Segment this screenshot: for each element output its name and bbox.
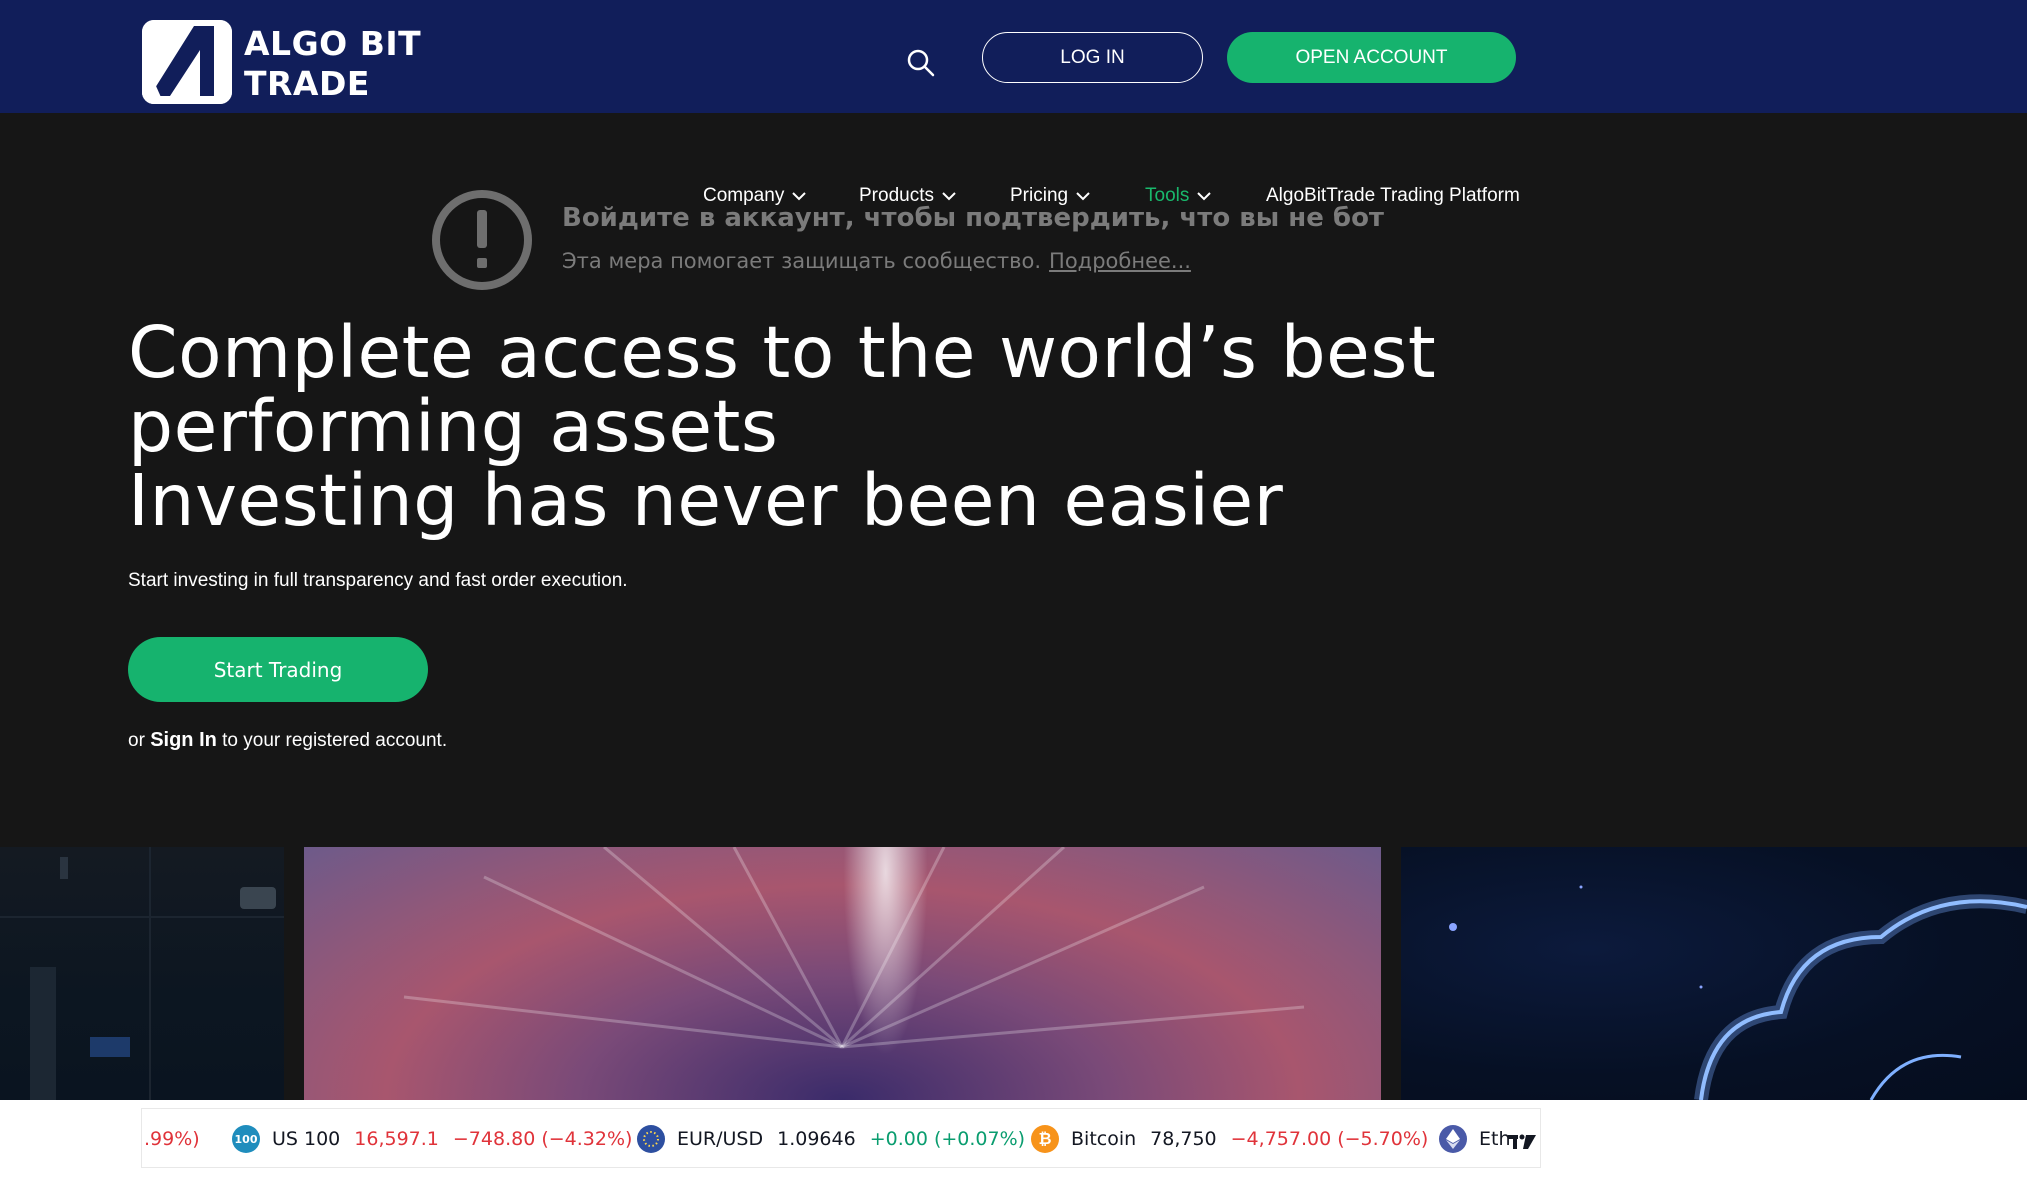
logo-line-1: ALGO BIT — [244, 24, 422, 63]
ticker-price: 78,750 — [1150, 1128, 1217, 1150]
nav-item-products[interactable]: Products — [859, 184, 956, 208]
start-trading-button[interactable]: Start Trading — [128, 637, 428, 702]
ticker-price: 1.09646 — [777, 1128, 856, 1150]
hero-title-line-3: Investing has never been easier — [128, 459, 1284, 542]
signin-prefix: or — [128, 730, 145, 751]
nav-item-company[interactable]: Company — [703, 184, 807, 208]
signin-prompt: or Sign In to your registered account. — [128, 727, 447, 754]
hyperspace-image — [304, 847, 1381, 1100]
bot-check-title: Войдите в аккаунт, чтобы подтвердить, чт… — [562, 203, 1384, 233]
nav-item-label: Tools — [1145, 185, 1190, 206]
ticker-symbol: EUR/USD — [677, 1128, 764, 1150]
signin-link[interactable]: Sign In — [150, 729, 217, 751]
chevron-down-icon — [1197, 192, 1212, 201]
nav-item-label: Company — [703, 185, 785, 206]
ticker-change: −748.80 (−4.32%) — [452, 1128, 633, 1150]
ticker-change: +0.00 (+0.07%) — [869, 1128, 1026, 1150]
signin-suffix: to your registered account. — [222, 730, 448, 751]
hero-subtitle: Start investing in full transparency and… — [128, 570, 628, 591]
nav-item-label: Pricing — [1010, 185, 1069, 206]
us100-icon: 100 — [232, 1125, 260, 1153]
chevron-down-icon — [942, 192, 956, 201]
exclamation-circle-icon — [432, 190, 532, 290]
ticker-symbol: US 100 — [272, 1128, 341, 1150]
chevron-down-icon — [792, 192, 807, 201]
bot-check-text: Эта мера помогает защищать сообщество. По… — [562, 246, 1191, 276]
nav-item-label: AlgoBitTrade Trading Platform — [1266, 185, 1520, 206]
ticker-item-eurusd[interactable]: EUR/USD 1.09646 +0.00 (+0.07%) — [637, 1109, 1026, 1167]
ticker-price: 16,597.1 — [354, 1128, 439, 1150]
nav-item-pricing[interactable]: Pricing — [1010, 184, 1090, 208]
ticker-item-bitcoin[interactable]: ₿ Bitcoin 78,750 −4,757.00 (−5.70%) — [1031, 1109, 1429, 1167]
hero-title-line-2: performing assets — [128, 385, 779, 468]
market-ticker: .99%) 100 US 100 16,597.1 −748.80 (−4.32… — [0, 1100, 2027, 1177]
ethereum-icon — [1439, 1125, 1467, 1153]
ticker-change: .99%) — [144, 1128, 200, 1150]
chevron-down-icon — [1076, 192, 1090, 201]
bot-check-learn-more-link[interactable]: Подробнее... — [1049, 249, 1191, 273]
nav-item-tools[interactable]: Tools — [1145, 184, 1212, 208]
trading-chart-image — [0, 847, 284, 1100]
bitcoin-icon: ₿ — [1031, 1125, 1059, 1153]
ticker-strip[interactable]: .99%) 100 US 100 16,597.1 −748.80 (−4.32… — [141, 1108, 1541, 1168]
ticker-symbol: Bitcoin — [1071, 1128, 1137, 1150]
open-account-button[interactable]: OPEN ACCOUNT — [1227, 32, 1516, 83]
top-header: ALGO BIT TRADE LOG IN OPEN ACCOUNT — [0, 0, 2027, 113]
hero-title-line-1: Complete access to the world’s best — [128, 311, 1437, 394]
cloud-network-image — [1401, 847, 2027, 1100]
nav-item-trading-platform[interactable]: AlgoBitTrade Trading Platform — [1266, 184, 1520, 208]
ticker-item-us100[interactable]: 100 US 100 16,597.1 −748.80 (−4.32%) — [232, 1109, 633, 1167]
logo-line-2: TRADE — [244, 64, 370, 103]
ticker-symbol: Eth — [1479, 1128, 1511, 1150]
algobittrade-logo-icon[interactable] — [142, 20, 232, 104]
logo-text[interactable]: ALGO BIT TRADE — [244, 24, 421, 104]
ticker-change: −4,757.00 (−5.70%) — [1230, 1128, 1429, 1150]
login-button[interactable]: LOG IN — [982, 32, 1203, 83]
nav-item-label: Products — [859, 185, 934, 206]
eu-us-flags-icon — [637, 1125, 665, 1153]
bot-check-description: Эта мера помогает защищать сообщество. — [562, 249, 1042, 273]
search-icon[interactable] — [906, 48, 936, 78]
hero-title: Complete access to the world’s best perf… — [128, 316, 1628, 538]
ticker-item[interactable]: .99%) — [144, 1109, 200, 1167]
tradingview-logo-icon[interactable] — [1508, 1134, 1536, 1150]
